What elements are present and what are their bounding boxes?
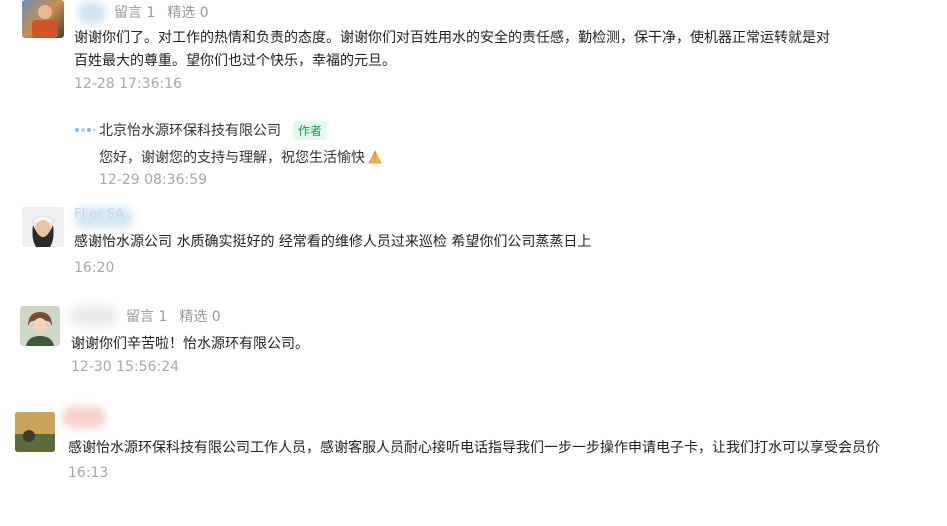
leave-message-count[interactable]: 留言 1 xyxy=(114,5,155,21)
avatar[interactable] xyxy=(22,0,64,38)
comment-text: 谢谢你们辛苦啦！怡水源环有限公司。 xyxy=(71,336,309,352)
reply-text-row: 您好，谢谢您的支持与理解，祝您生活愉快 xyxy=(99,147,383,167)
avatar-photo xyxy=(15,412,55,452)
comment-text: 感谢怡水源环保科技有限公司工作人员，感谢客服人员耐心接听电话指导我们一步一步操作… xyxy=(68,440,880,456)
username-blurred xyxy=(78,2,106,24)
reply-author[interactable]: 北京怡水源环保科技有限公司 xyxy=(99,120,281,140)
avatar-photo xyxy=(20,306,60,346)
comment-time: 16:20 xyxy=(74,260,115,276)
avatar-photo xyxy=(32,5,58,38)
comment-text-line: 谢谢你们了。对工作的热情和负责的态度。谢谢你们对百姓用水的安全的责任感，勤检测，… xyxy=(74,30,830,46)
company-logo-icon xyxy=(75,128,96,132)
comment-meta: 留言 1 精选 0 xyxy=(114,2,221,22)
avatar[interactable] xyxy=(15,412,55,452)
selected-count[interactable]: 精选 0 xyxy=(167,5,208,21)
username-blurred xyxy=(62,406,106,428)
reply-time: 12-29 08:36:59 xyxy=(99,172,208,188)
comment-text: 感谢怡水源公司 水质确实挺好的 经常看的维修人员过来巡检 希望你们公司蒸蒸日上 xyxy=(74,234,592,250)
selected-count[interactable]: 精选 0 xyxy=(179,309,220,325)
pray-hands-icon xyxy=(368,150,382,164)
avatar[interactable] xyxy=(20,306,60,346)
comment-text: 谢谢你们了。对工作的热情和负责的态度。谢谢你们对百姓用水的安全的责任感，勤检测，… xyxy=(74,27,830,73)
reply-text: 您好，谢谢您的支持与理解，祝您生活愉快 xyxy=(99,150,365,166)
comment-text-line: 百姓最大的尊重。望你们也过个快乐，幸福的元旦。 xyxy=(74,53,396,69)
comment-time: 16:13 xyxy=(68,465,109,481)
comment-time: 12-30 15:56:24 xyxy=(71,359,180,375)
author-badge: 作者 xyxy=(293,121,328,140)
comment-meta: 留言 1 精选 0 xyxy=(126,306,233,326)
avatar[interactable] xyxy=(22,207,64,247)
comment-username[interactable]: Fl er SA . xyxy=(74,207,132,222)
comment-time: 12-28 17:36:16 xyxy=(74,76,183,92)
avatar-photo xyxy=(22,207,64,247)
username-blurred xyxy=(70,305,118,327)
leave-message-count[interactable]: 留言 1 xyxy=(126,309,167,325)
